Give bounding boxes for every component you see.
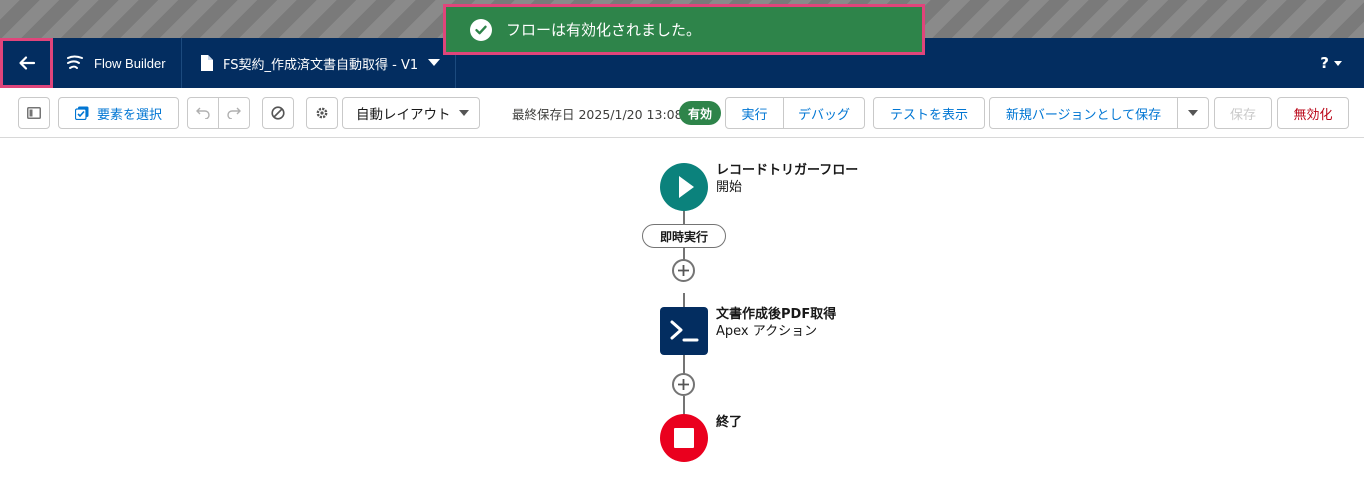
add-element-button[interactable] bbox=[672, 373, 695, 396]
chevron-down-icon bbox=[1188, 109, 1198, 116]
flow-canvas[interactable]: レコードトリガーフロー 開始 即時実行 文書作成後PDF取得 Apex アクショ… bbox=[0, 139, 1364, 495]
view-tests-button[interactable]: テストを表示 bbox=[873, 97, 985, 129]
back-button[interactable] bbox=[0, 38, 53, 88]
add-element-button[interactable] bbox=[672, 259, 695, 282]
select-elements-label: 要素を選択 bbox=[96, 107, 162, 123]
arrow-left-icon bbox=[18, 56, 35, 70]
undo-button[interactable] bbox=[187, 97, 219, 129]
run-label: 実行 bbox=[741, 107, 768, 123]
end-node-title: 終了 bbox=[716, 415, 743, 430]
status-badge: 有効 bbox=[679, 101, 721, 125]
document-icon bbox=[201, 55, 213, 71]
flow-name: FS契約_作成済文書自動取得 - V1 bbox=[223, 57, 419, 73]
errors-button[interactable] bbox=[262, 97, 294, 129]
toggle-panel-button[interactable] bbox=[18, 97, 50, 129]
flow-title-menu[interactable]: FS契約_作成済文書自動取得 - V1 bbox=[182, 38, 456, 88]
save-button[interactable]: 保存 bbox=[1214, 97, 1272, 129]
play-icon bbox=[660, 163, 708, 211]
connector-line bbox=[683, 209, 685, 225]
panel-left-icon bbox=[27, 107, 41, 119]
run-button[interactable]: 実行 bbox=[725, 97, 784, 129]
redo-button[interactable] bbox=[218, 97, 250, 129]
success-toast: フローは有効化されました。 bbox=[443, 4, 925, 55]
chevron-down-icon bbox=[1334, 60, 1342, 66]
action-node-subtitle: Apex アクション bbox=[716, 324, 818, 339]
flow-builder-icon bbox=[67, 55, 83, 69]
undo-icon bbox=[196, 107, 210, 119]
connector-line bbox=[683, 396, 685, 415]
select-elements-button[interactable]: 要素を選択 bbox=[58, 97, 179, 129]
end-node[interactable] bbox=[660, 414, 708, 462]
select-elements-icon bbox=[74, 106, 89, 120]
view-tests-label: テストを表示 bbox=[889, 107, 968, 123]
last-saved-text: 最終保存日 2025/1/20 13:08 bbox=[512, 106, 683, 122]
flow-builder-brand: Flow Builder bbox=[53, 38, 182, 88]
start-node[interactable] bbox=[660, 163, 708, 211]
connector-line bbox=[683, 355, 685, 374]
toolbar: 要素を選択 自動レイアウト 最終保存日 2025/1/20 13:08 有効 実… bbox=[0, 88, 1364, 138]
start-node-subtitle: 開始 bbox=[716, 180, 743, 195]
save-options-button[interactable] bbox=[1177, 97, 1209, 129]
gear-icon bbox=[316, 107, 328, 119]
plus-icon bbox=[678, 265, 689, 276]
chevron-down-icon bbox=[459, 110, 469, 116]
layout-mode-value: 自動レイアウト bbox=[356, 107, 451, 123]
plus-icon bbox=[678, 379, 689, 390]
layout-mode-select[interactable]: 自動レイアウト bbox=[342, 97, 480, 129]
toast-message: フローは有効化されました。 bbox=[506, 21, 702, 39]
debug-label: デバッグ bbox=[797, 107, 850, 123]
deactivate-button[interactable]: 無効化 bbox=[1277, 97, 1349, 129]
chevron-down-icon bbox=[428, 59, 441, 66]
deactivate-label: 無効化 bbox=[1293, 107, 1333, 123]
help-menu[interactable]: ? bbox=[1320, 38, 1342, 88]
brand-label: Flow Builder bbox=[94, 55, 166, 71]
settings-button[interactable] bbox=[306, 97, 338, 129]
apex-console-icon bbox=[670, 320, 699, 342]
stop-icon bbox=[660, 414, 708, 462]
run-immediately-path-label[interactable]: 即時実行 bbox=[642, 224, 726, 248]
check-circle-icon bbox=[470, 18, 492, 41]
ban-icon bbox=[271, 106, 285, 120]
help-icon: ? bbox=[1320, 54, 1329, 72]
redo-icon bbox=[227, 107, 241, 119]
save-as-new-version-label: 新規バージョンとして保存 bbox=[1005, 107, 1162, 123]
save-label: 保存 bbox=[1229, 107, 1256, 123]
apex-action-node[interactable] bbox=[660, 307, 708, 355]
save-as-new-version-button[interactable]: 新規バージョンとして保存 bbox=[989, 97, 1178, 129]
debug-button[interactable]: デバッグ bbox=[783, 97, 865, 129]
